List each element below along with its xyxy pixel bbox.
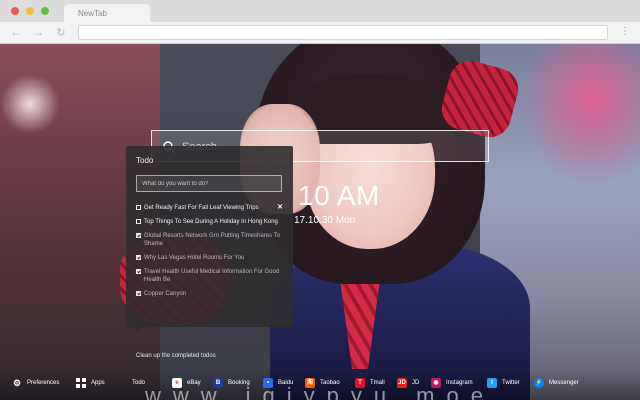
ebay-icon: e [172, 378, 182, 388]
todo-item[interactable]: Get Ready Fast For Fall Leaf Viewing Tri… [136, 204, 286, 212]
clock-date: 17.10.30 Mon [294, 215, 356, 226]
wallpaper-pink-blur [520, 44, 640, 184]
todo-item-text: Copper Canyon [144, 291, 187, 297]
todo-checkbox[interactable] [136, 233, 141, 238]
twitter-icon: t [487, 378, 497, 388]
apps-link[interactable]: Apps [76, 377, 105, 389]
todo-item[interactable]: Why Las Vegas Hotel Rooms For You [136, 254, 286, 262]
tmall-icon: T [355, 378, 365, 388]
jd-icon: JD [397, 378, 407, 388]
wallpaper-light [0, 74, 60, 134]
maximize-window-button[interactable] [41, 7, 49, 15]
todo-link[interactable]: Todo [124, 377, 145, 389]
browser-tab[interactable]: NewTab [64, 4, 150, 22]
baidu-link[interactable]: • Baidu [263, 377, 293, 389]
back-arrow-icon[interactable]: ← [9, 25, 23, 39]
twitter-link[interactable]: t Twitter [487, 377, 520, 389]
instagram-link[interactable]: ◉ Instagram [431, 377, 473, 389]
messenger-icon: ⚡ [534, 378, 544, 388]
apps-grid-icon [76, 378, 86, 388]
todo-item[interactable]: Travel Health Useful Medical Information… [136, 268, 286, 284]
todo-icon [124, 378, 128, 388]
todo-item-text: Get Ready Fast For Fall Leaf Viewing Tri… [144, 205, 259, 211]
todo-checkbox[interactable] [136, 219, 141, 224]
todo-item-text: Travel Health Useful Medical Information… [144, 269, 280, 283]
booking-icon: B [213, 378, 223, 388]
address-bar[interactable] [78, 25, 608, 40]
todo-panel-caret [133, 327, 143, 332]
forward-arrow-icon[interactable]: → [31, 25, 45, 39]
todo-list: Get Ready Fast For Fall Leaf Viewing Tri… [136, 204, 286, 304]
instagram-icon: ◉ [431, 378, 441, 388]
gear-icon: ⚙ [12, 378, 22, 388]
todo-title: Todo [136, 156, 154, 165]
clean-completed-button[interactable]: Clean up the completed todos [136, 353, 216, 359]
todo-input[interactable] [136, 175, 282, 192]
todo-item-text: Top Things To See During A Holiday In Ho… [144, 219, 278, 225]
todo-item-text: Global Resorts Network Grn Putting Times… [144, 233, 280, 247]
reload-icon[interactable]: ↻ [54, 26, 68, 39]
baidu-icon: • [263, 378, 273, 388]
tab-title: NewTab [78, 9, 107, 18]
messenger-link[interactable]: ⚡ Messenger [534, 377, 579, 389]
close-window-button[interactable] [11, 7, 19, 15]
todo-item[interactable]: Global Resorts Network Grn Putting Times… [136, 232, 286, 248]
todo-checkbox[interactable] [136, 255, 141, 260]
todo-checkbox[interactable] [136, 291, 141, 296]
todo-item[interactable]: Copper Canyon [136, 290, 286, 298]
todo-checkbox[interactable] [136, 205, 141, 210]
delete-icon[interactable]: ✕ [277, 204, 283, 212]
jd-link[interactable]: JD JD [397, 377, 419, 389]
ebay-link[interactable]: e eBay [172, 377, 201, 389]
preferences-link[interactable]: ⚙ Preferences [12, 377, 59, 389]
browser-toolbar: ← → ↻ ⋮ [0, 22, 640, 44]
clock-time: 10 AM [298, 180, 380, 211]
todo-panel: Todo Get Ready Fast For Fall Leaf Viewin… [126, 146, 293, 359]
taobao-link[interactable]: 淘 Taobao [305, 377, 340, 389]
booking-link[interactable]: B Booking [213, 377, 250, 389]
tmall-link[interactable]: T Tmall [355, 377, 385, 389]
todo-item[interactable]: Top Things To See During A Holiday In Ho… [136, 218, 286, 226]
todo-checkbox[interactable] [136, 269, 141, 274]
browser-title-bar: NewTab [0, 0, 640, 22]
browser-menu-icon[interactable]: ⋮ [620, 26, 630, 37]
taobao-icon: 淘 [305, 378, 315, 388]
minimize-window-button[interactable] [26, 7, 34, 15]
todo-item-text: Why Las Vegas Hotel Rooms For You [144, 255, 245, 261]
